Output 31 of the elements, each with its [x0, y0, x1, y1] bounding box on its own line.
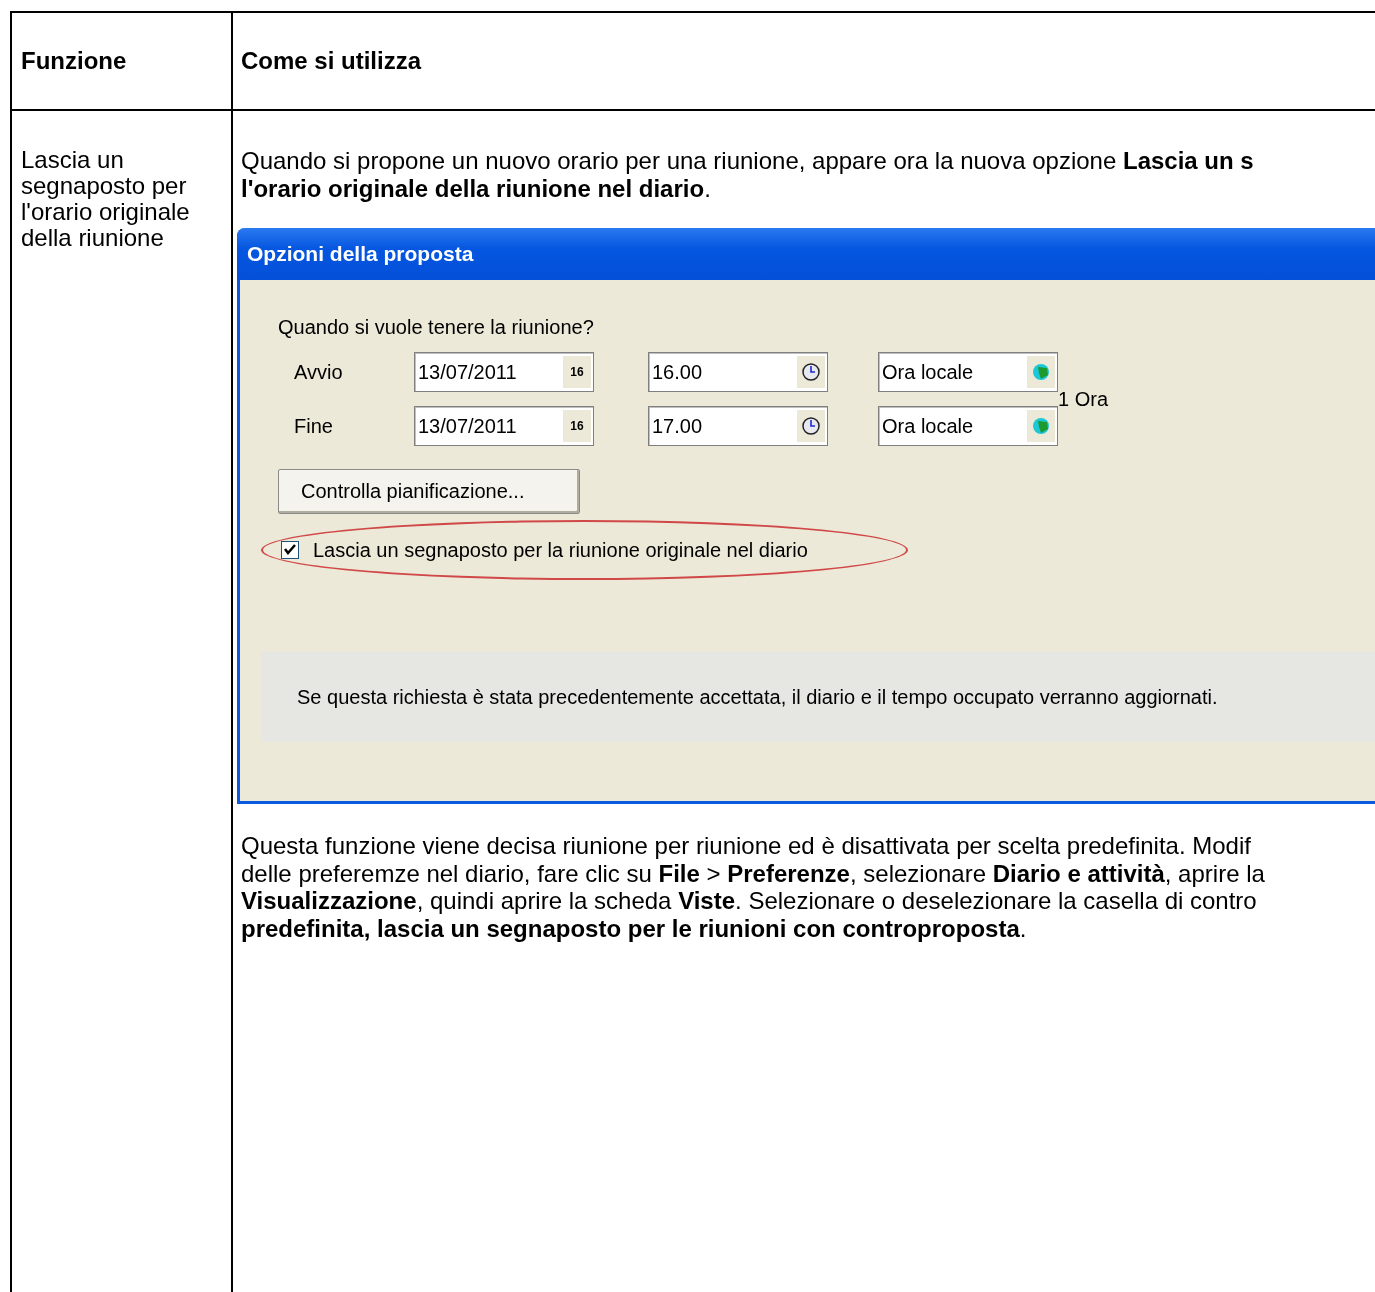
- description-text: l'orario originale della riunione nel diario.: [241, 174, 711, 202]
- column-header: Funzione: [12, 13, 233, 111]
- check-icon: [284, 544, 296, 556]
- check-schedule-button[interactable]: Controlla pianificazione...: [278, 469, 580, 514]
- description-text: Visualizzazione, quindi aprire la scheda Viste. Selezionare o deselezionare la casella di contro: [241, 887, 1257, 914]
- timezone-field[interactable]: Ora locale: [878, 406, 1058, 446]
- clock-icon: [801, 416, 821, 436]
- date-field[interactable]: 13/07/2011 16: [414, 352, 594, 392]
- field-label: Avvio: [294, 360, 344, 384]
- description-text: Questa funzione viene decisa riunione per riunione ed è disattivata per scelta predefinita. Modif: [241, 832, 1251, 859]
- globe-icon: [1032, 417, 1050, 435]
- question-label: Quando si vuole tenere la riunione?: [278, 316, 595, 339]
- dialog-title: Opzioni della proposta: [237, 228, 1375, 280]
- checkbox[interactable]: [281, 541, 299, 559]
- time-field[interactable]: 17.00: [648, 406, 828, 446]
- date-field[interactable]: 13/07/2011 16: [414, 406, 594, 446]
- description-text: delle preferemze nel diario, fare clic su File > Preferenze, selezionare Diario e attività, aprire la: [241, 859, 1265, 887]
- calendar-button[interactable]: 16: [562, 356, 591, 388]
- duration-label: 1 Ora: [1058, 387, 1110, 411]
- time-field[interactable]: 16.00: [648, 352, 828, 392]
- clock-icon: [801, 362, 821, 382]
- column-header: Come si utilizza: [233, 13, 1375, 111]
- timezone-field[interactable]: Ora locale: [878, 352, 1058, 392]
- checkbox-label: Lascia un segnaposto per la riunione originale nel diario: [313, 538, 808, 562]
- info-text: Se questa richiesta è stata precedentemente accettata, il diario e il tempo occupato verranno aggiornati.: [297, 685, 1218, 709]
- feature-name: Lascia un segnaposto per l'orario originale della riunione: [21, 147, 191, 251]
- description-text: predefinita, lascia un segnaposto per le riunioni con controproposta.: [241, 914, 1027, 942]
- globe-icon: [1032, 363, 1050, 381]
- calendar-button[interactable]: 16: [562, 410, 591, 442]
- field-label: Fine: [294, 414, 334, 438]
- description-text: Quando si propone un nuovo orario per una riunione, appare ora la nuova opzione Lascia un s: [241, 147, 1254, 174]
